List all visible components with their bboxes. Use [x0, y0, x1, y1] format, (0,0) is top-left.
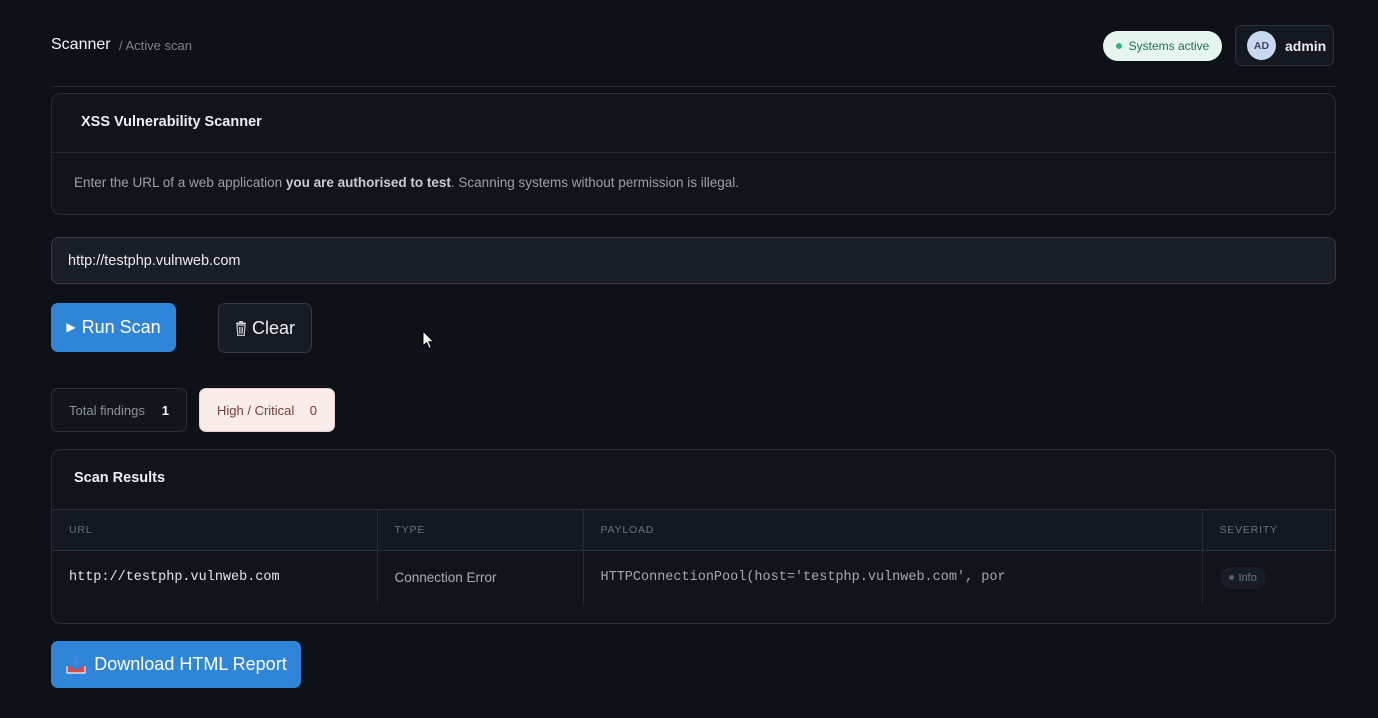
download-report-button[interactable]: Download HTML Report: [51, 641, 301, 688]
results-title: Scan Results: [74, 470, 166, 486]
severity-badge: Info: [1219, 566, 1266, 589]
column-header-type: TYPE: [376, 509, 583, 551]
notice-text-emphasis: you are authorised to test: [285, 175, 451, 190]
target-url-input[interactable]: [51, 237, 1336, 284]
run-scan-button[interactable]: ▶ Run Scan: [51, 303, 176, 352]
status-dot-icon: [1115, 43, 1122, 49]
table-row: http://testphp.vulnweb.com Connection Er…: [52, 550, 1335, 604]
result-type: Connection Error: [376, 550, 583, 604]
download-tray-icon: [66, 655, 86, 674]
column-header-url: URL: [52, 509, 377, 551]
username: admin: [1285, 37, 1327, 54]
total-findings-label: Total findings: [69, 402, 145, 418]
card-divider: [52, 152, 1335, 153]
status-badge: Systems active: [1103, 31, 1222, 61]
header-divider: [51, 86, 1336, 87]
breadcrumb: / Active scan: [119, 38, 192, 53]
clear-label: Clear: [251, 317, 295, 338]
result-severity-cell: Info: [1201, 550, 1335, 604]
total-findings-value: 1: [161, 402, 169, 418]
result-payload: HTTPConnectionPool(host='testphp.vulnweb…: [582, 550, 1202, 604]
clear-button[interactable]: Clear: [218, 303, 312, 353]
high-critical-label: High / Critical: [217, 402, 295, 418]
download-label: Download HTML Report: [94, 654, 287, 674]
scan-results-card: Scan Results URL TYPE PAYLOAD SEVERITY h…: [51, 449, 1336, 624]
trash-icon: [235, 320, 246, 336]
authorization-notice: Enter the URL of a web application you a…: [74, 175, 739, 190]
notice-text-end: . Scanning systems without permission is…: [450, 175, 740, 190]
severity-dot-icon: [1228, 575, 1234, 580]
run-scan-label: Run Scan: [81, 317, 161, 337]
top-header: Scanner / Active scan Systems active AD …: [51, 24, 1336, 68]
notice-text-start: Enter the URL of a web application: [74, 175, 286, 190]
scanner-title: XSS Vulnerability Scanner: [81, 114, 262, 130]
status-text: Systems active: [1128, 39, 1210, 53]
scanner-app: Scanner / Active scan Systems active AD …: [0, 0, 1378, 718]
play-icon: ▶: [66, 319, 76, 334]
results-table: URL TYPE PAYLOAD SEVERITY http://testphp…: [52, 509, 1335, 604]
result-url: http://testphp.vulnweb.com: [69, 570, 280, 585]
avatar: AD: [1247, 31, 1276, 60]
column-header-payload: PAYLOAD: [582, 509, 1202, 551]
total-findings-stat: Total findings 1: [51, 388, 187, 432]
table-header-row: URL TYPE PAYLOAD SEVERITY: [52, 509, 1335, 551]
column-header-severity: SEVERITY: [1201, 509, 1335, 551]
high-critical-value: 0: [309, 402, 317, 418]
app-title: Scanner: [51, 36, 111, 53]
severity-label: Info: [1238, 571, 1257, 584]
high-critical-stat: High / Critical 0: [199, 388, 335, 432]
user-menu-button[interactable]: AD admin: [1235, 25, 1334, 66]
scanner-intro-card: XSS Vulnerability Scanner Enter the URL …: [51, 93, 1336, 215]
mouse-pointer-icon: [422, 330, 435, 350]
